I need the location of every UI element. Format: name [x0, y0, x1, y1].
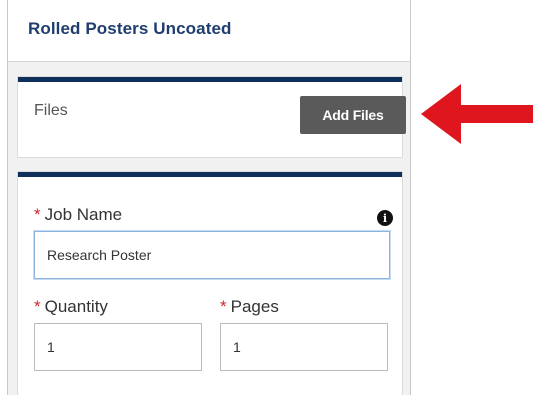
info-icon[interactable]: i	[377, 210, 393, 226]
add-files-button[interactable]: Add Files	[300, 96, 406, 134]
pages-input[interactable]	[220, 323, 388, 371]
job-name-input[interactable]	[34, 231, 390, 279]
arrow-left-icon	[421, 84, 533, 144]
required-marker: *	[34, 205, 41, 224]
panel-header: Rolled Posters Uncoated	[8, 0, 410, 62]
quantity-label: * Quantity	[34, 297, 108, 317]
pages-label-text: Pages	[230, 297, 279, 316]
job-details-card: *Job Name i *Quantity *Pages	[18, 172, 402, 395]
required-marker: *	[220, 297, 227, 316]
pages-label: * Pages	[220, 297, 279, 317]
files-card: Files Add Files	[18, 77, 406, 157]
quantity-label-text: Quantity	[44, 297, 108, 316]
job-name-label: * Job Name	[34, 205, 122, 225]
job-name-label-text: Job Name	[44, 205, 123, 224]
required-marker: *	[34, 297, 41, 316]
product-title: Rolled Posters Uncoated	[28, 19, 232, 38]
quantity-input[interactable]	[34, 323, 202, 371]
product-panel: Rolled Posters Uncoated Files Add Files …	[7, 0, 411, 395]
files-label: Files	[34, 102, 68, 119]
